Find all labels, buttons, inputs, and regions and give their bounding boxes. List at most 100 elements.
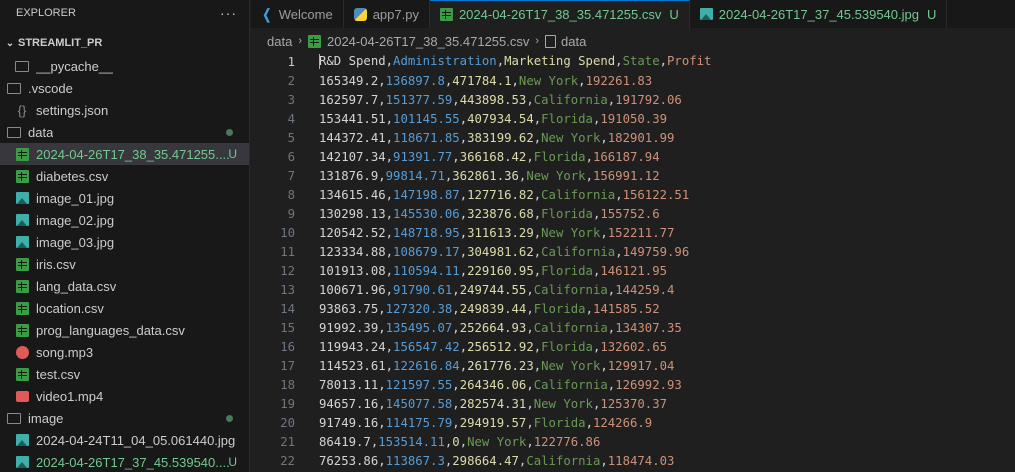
csv-cell: 191792.06 xyxy=(615,92,682,107)
tree-item[interactable]: diabetes.csv xyxy=(0,165,249,187)
csv-cell: Marketing Spend xyxy=(504,54,616,68)
more-actions-icon[interactable]: ··· xyxy=(220,5,237,21)
csv-cell: 443898.53 xyxy=(459,92,527,107)
breadcrumb-symbol[interactable]: data xyxy=(561,34,586,49)
breadcrumb-file[interactable]: 2024-04-26T17_38_35.471255.csv xyxy=(327,34,529,49)
csv-cell: 153514.11 xyxy=(378,434,445,449)
csv-delimiter: , xyxy=(378,92,386,107)
tree-item[interactable]: __pycache__ xyxy=(0,55,249,77)
csv-delimiter: , xyxy=(526,301,534,316)
csv-cell: 78013.11 xyxy=(319,377,379,392)
csv-cell: 93863.75 xyxy=(319,301,379,316)
csv-delimiter: , xyxy=(452,92,460,107)
tree-item[interactable]: image_01.jpg xyxy=(0,187,249,209)
tree-item[interactable]: image_03.jpg xyxy=(0,231,249,253)
csv-icon xyxy=(14,366,30,382)
csv-cell: 108679.17 xyxy=(393,244,460,259)
tree-item[interactable]: test.csv xyxy=(0,363,249,385)
csv-cell: 127716.82 xyxy=(467,187,534,202)
workspace-title: STREAMLIT_PR xyxy=(18,37,103,49)
csv-cell: 126992.93 xyxy=(615,377,682,392)
csv-icon xyxy=(439,8,453,21)
code-line: 16 119943.24,156547.42,256512.92,Florida,… xyxy=(251,337,1015,356)
csv-cell: 264346.06 xyxy=(459,377,527,392)
tree-item[interactable]: image xyxy=(0,407,249,429)
code-line: 5 144372.41,118671.85,383199.62,New York,… xyxy=(251,128,1015,147)
csv-cell: 162597.7 xyxy=(319,92,379,107)
code-line: 12 101913.08,110594.11,229160.95,Florida,… xyxy=(251,261,1015,280)
csv-cell: 91749.16 xyxy=(319,415,379,430)
tree-item[interactable]: 2024-04-24T11_04_05.061440.jpg xyxy=(0,429,249,451)
code-line: 21 86419.7,153514.11,0,New York,122776.86 xyxy=(251,432,1015,451)
csv-delimiter: , xyxy=(526,92,534,107)
editor-tabs: ❬ Welcome app7.py 2024-04-26T17_38_35.47125… xyxy=(251,0,1015,28)
editor-tab[interactable]: app7.py xyxy=(344,0,430,28)
editor-tab[interactable]: 2024-04-26T17_38_35.471255.csv U xyxy=(429,0,690,28)
line-content: 91992.39,135495.07,252664.93,California,… xyxy=(295,321,682,335)
tree-item[interactable]: prog_languages_data.csv xyxy=(0,319,249,341)
code-editor[interactable]: 1 R&D Spend,Administration,Marketing Spen… xyxy=(251,52,1015,472)
csv-cell: California xyxy=(533,92,608,107)
image-icon xyxy=(14,432,30,448)
code-line: 3 162597.7,151377.59,443898.53,California… xyxy=(251,90,1015,109)
csv-cell: 182901.99 xyxy=(607,130,675,145)
csv-icon xyxy=(14,168,30,184)
line-number: 5 xyxy=(287,130,295,145)
csv-cell: Florida xyxy=(541,206,593,221)
line-number: 3 xyxy=(287,92,295,107)
code-line: 9 130298.13,145530.06,323876.68,Florida,1… xyxy=(251,204,1015,223)
tree-item[interactable]: video1.mp4 xyxy=(0,385,249,407)
line-content: 76253.86,113867.3,298664.47,California,1… xyxy=(295,454,674,468)
code-line: 10 120542.52,148718.95,311613.29,New York… xyxy=(251,223,1015,242)
line-content: 119943.24,156547.42,256512.92,Florida,13… xyxy=(295,340,667,354)
code-line: 6 142107.34,91391.77,366168.42,Florida,16… xyxy=(251,147,1015,166)
csv-cell: 323876.68 xyxy=(467,206,534,221)
tree-item[interactable]: location.csv xyxy=(0,297,249,319)
csv-cell: 191050.39 xyxy=(600,111,668,126)
tree-item[interactable]: iris.csv xyxy=(0,253,249,275)
tree-item[interactable]: data xyxy=(0,121,249,143)
csv-cell: 151377.59 xyxy=(385,92,453,107)
image-icon xyxy=(14,212,30,228)
csv-cell: California xyxy=(533,282,608,297)
csv-cell: 120542.52 xyxy=(319,225,386,240)
csv-delimiter: , xyxy=(452,415,460,430)
tree-item-label: video1.mp4 xyxy=(36,388,104,404)
csv-delimiter: , xyxy=(459,434,468,449)
tree-item[interactable]: song.mp3 xyxy=(0,341,249,363)
code-line: 18 78013.11,121597.55,264346.06,Californi… xyxy=(251,375,1015,394)
tree-item[interactable]: 2024-04-26T17_38_35.471255.... U xyxy=(0,143,249,165)
line-number: 2 xyxy=(287,73,295,88)
csv-cell: 229160.95 xyxy=(467,263,534,278)
csv-delimiter: , xyxy=(585,168,593,183)
csv-icon xyxy=(14,146,30,162)
tab-label: 2024-04-26T17_38_35.471255.csv xyxy=(458,7,662,22)
explorer-sidebar: EXPLORER ··· ⌄ STREAMLIT_PR __pycache__.… xyxy=(0,0,250,472)
tree-item[interactable]: .vscode xyxy=(0,77,249,99)
line-number: 14 xyxy=(280,301,295,316)
csv-cell: 118671.85 xyxy=(393,130,460,145)
image-icon xyxy=(14,454,30,470)
csv-cell: 135495.07 xyxy=(385,320,453,335)
csv-delimiter: , xyxy=(378,168,386,183)
csv-delimiter: , xyxy=(452,282,460,297)
workspace-section[interactable]: ⌄ STREAMLIT_PR xyxy=(0,31,249,55)
tree-item[interactable]: {} settings.json xyxy=(0,99,249,121)
csv-delimiter: , xyxy=(378,415,386,430)
csv-cell: 122776.86 xyxy=(533,434,601,449)
csv-icon xyxy=(14,322,30,338)
csv-cell: 91391.77 xyxy=(393,149,453,164)
editor-tab[interactable]: 2024-04-26T17_37_45.539540.jpg U xyxy=(690,0,948,28)
breadcrumb-folder[interactable]: data xyxy=(267,34,292,49)
csv-cell: 0 xyxy=(452,434,460,449)
tree-item[interactable]: lang_data.csv xyxy=(0,275,249,297)
tree-item[interactable]: 2024-04-26T17_37_45.539540.... U xyxy=(0,451,249,472)
editor-tab[interactable]: ❬ Welcome xyxy=(251,0,344,28)
csv-delimiter: , xyxy=(459,187,468,202)
chevron-right-icon: › xyxy=(298,35,302,47)
csv-cell: 383199.62 xyxy=(467,130,534,145)
tree-item[interactable]: image_02.jpg xyxy=(0,209,249,231)
csv-cell: 86419.7 xyxy=(319,434,371,449)
csv-cell: California xyxy=(541,244,616,259)
csv-cell: Florida xyxy=(541,111,593,126)
